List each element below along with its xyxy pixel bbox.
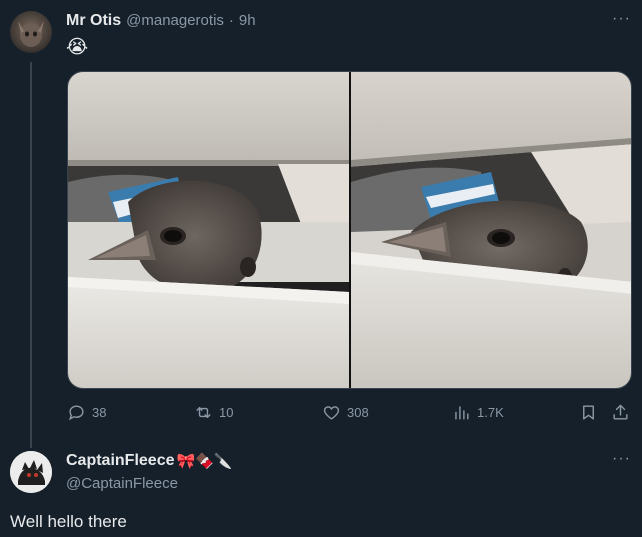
bookmark-action[interactable] <box>579 403 598 422</box>
retweet-icon <box>196 407 211 418</box>
share-icon <box>613 404 628 420</box>
retweet-action[interactable]: 10 <box>194 403 233 422</box>
author-name[interactable]: Mr Otis <box>66 12 121 30</box>
reply-author-name[interactable]: CaptainFleece <box>66 452 174 470</box>
views-count: 1.7K <box>477 405 504 420</box>
thread-connector-line <box>30 62 32 448</box>
cat-photo-left[interactable] <box>68 72 349 388</box>
bookmark-icon <box>583 405 594 420</box>
reply-count: 38 <box>92 405 107 420</box>
header-separator: · <box>228 12 234 29</box>
like-action[interactable]: 308 <box>322 403 369 422</box>
more-dots-icon[interactable]: ··· <box>612 10 631 28</box>
reply-action[interactable]: 38 <box>67 403 106 422</box>
views-action[interactable]: 1.7K <box>452 403 504 422</box>
retweet-count: 10 <box>219 405 234 420</box>
tweet-media-grid[interactable] <box>67 71 632 389</box>
heart-icon <box>323 406 340 420</box>
share-action[interactable] <box>611 403 630 422</box>
like-count: 308 <box>347 405 369 420</box>
views-chart-icon <box>455 406 469 420</box>
tweet-timestamp[interactable]: 9h <box>239 12 256 29</box>
reply-author-avatar[interactable] <box>10 451 52 493</box>
reply-more-dots-icon[interactable]: ··· <box>612 450 631 468</box>
author-avatar[interactable] <box>10 11 52 53</box>
cat-photo-right[interactable] <box>351 72 631 388</box>
reply-author-handle[interactable]: @CaptainFleece <box>66 475 178 492</box>
tweet-text: 😭 <box>66 37 89 58</box>
reply-icon <box>68 405 84 421</box>
author-handle[interactable]: @managerotis <box>126 12 224 29</box>
reply-text: Well hello there <box>10 512 127 531</box>
reply-author-emojis: 🎀🍫🔪 <box>176 453 233 470</box>
